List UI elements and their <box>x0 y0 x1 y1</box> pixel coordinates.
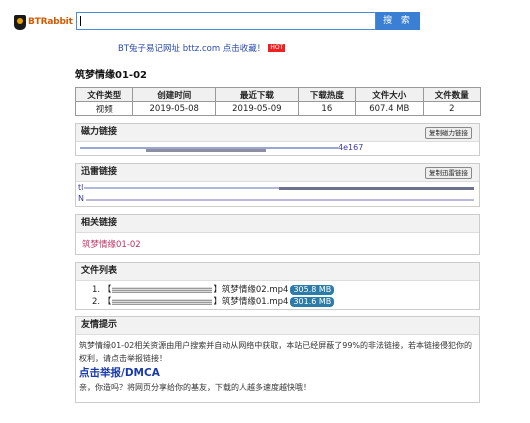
file-index: 1. <box>92 285 101 295</box>
file-size-badge: 305.8 MB <box>290 285 335 295</box>
file-size-badge: 301.6 MB <box>290 297 335 307</box>
related-list: 筑梦情缘01-02 <box>76 233 479 255</box>
tips-paragraph: 筑梦情缘01-02相关资源由用户搜索并自动从网络中获取，本站已经屏蔽了99%的非… <box>79 341 473 363</box>
magnet-link-text[interactable]: 4e167 <box>338 143 363 152</box>
related-panel: 相关链接 筑梦情缘01-02 <box>75 214 480 255</box>
thunder-link-mask1 <box>279 187 474 190</box>
copy-magnet-button[interactable]: 复制磁力链接 <box>425 127 472 139</box>
value-created: 2019-05-08 <box>132 101 217 116</box>
value-file-size: 607.4 MB <box>355 101 424 116</box>
page-title: 筑梦情缘01-02 <box>75 70 147 81</box>
file-bracket-open: 【 <box>102 285 112 295</box>
list-item: 1. 【 】筑梦情缘02.mp4 305.8 MB <box>92 284 335 296</box>
header-file-size: 文件大小 <box>355 87 424 102</box>
hot-badge: HOT <box>268 44 286 52</box>
thunder-link-line1: tl <box>78 183 84 192</box>
bookmark-notice-text[interactable]: BT兔子易记网址 bttz.com 点击收藏！ <box>118 42 265 54</box>
table-header-row: 文件类型 创建时间 最近下载 下载热度 文件大小 文件数量 <box>74 87 482 102</box>
header-file-count: 文件数量 <box>422 87 482 102</box>
magnet-panel: 磁力链接 复制磁力链接 4e167 <box>75 123 480 156</box>
logo-text: BTRabbit <box>28 17 73 27</box>
search-button[interactable]: 搜 索 <box>376 12 420 30</box>
file-name: 】筑梦情缘01.mp4 <box>213 297 289 307</box>
text-cursor <box>80 16 81 26</box>
copy-thunder-button[interactable]: 复制迅雷链接 <box>425 167 472 179</box>
related-link[interactable]: 筑梦情缘01-02 <box>82 240 141 250</box>
file-name: 】筑梦情缘02.mp4 <box>213 285 289 295</box>
thunder-panel: 迅雷链接 复制迅雷链接 tl N <box>75 163 480 207</box>
header-last-download: 最近下载 <box>215 87 299 102</box>
bookmark-notice[interactable]: BT兔子易记网址 bttz.com 点击收藏！ HOT <box>118 42 286 54</box>
header-file-type: 文件类型 <box>74 87 134 102</box>
header-created: 创建时间 <box>132 87 217 102</box>
list-item: 2. 【 】筑梦情缘01.mp4 301.6 MB <box>92 296 335 308</box>
value-file-count: 2 <box>422 101 482 116</box>
magnet-heading-text: 磁力链接 <box>81 127 118 137</box>
file-list: 1. 【】筑梦情缘02.mp4 305.8 MB 2. 【】筑梦情缘01.mp4 3… <box>92 284 335 308</box>
file-bracket-open: 【 <box>102 297 112 307</box>
redacted-path <box>112 299 213 305</box>
magnet-heading: 磁力链接 复制磁力链接 <box>76 124 479 142</box>
header-popularity: 下载热度 <box>297 87 357 102</box>
tips-heading: 友情提示 <box>76 317 479 335</box>
value-file-type: 视频 <box>74 101 134 116</box>
share-text: 亲，你造吗？将网页分享给你的基友，下载的人越多速度越快哦！ <box>79 383 311 392</box>
thunder-heading: 迅雷链接 复制迅雷链接 <box>76 164 479 182</box>
tips-body: 筑梦情缘01-02相关资源由用户搜索并自动从网络中获取，本站已经屏蔽了99%的非… <box>76 335 479 394</box>
thunder-link-redacted-line2 <box>86 199 474 201</box>
file-index: 2. <box>92 297 101 307</box>
site-logo[interactable]: BTRabbit <box>14 12 76 32</box>
file-list-panel: 文件列表 1. 【】筑梦情缘02.mp4 305.8 MB 2. 【】筑梦情缘01… <box>75 262 480 310</box>
related-heading: 相关链接 <box>76 215 479 233</box>
value-last-download: 2019-05-09 <box>215 101 299 116</box>
file-info-table: 文件类型 创建时间 最近下载 下载热度 文件大小 文件数量 视频 2019-05… <box>74 87 482 116</box>
tips-panel: 友情提示 筑梦情缘01-02相关资源由用户搜索并自动从网络中获取，本站已经屏蔽了… <box>75 316 480 403</box>
thunder-link-redacted-line1 <box>84 187 279 189</box>
report-link[interactable]: 点击举报/DMCA <box>79 365 476 381</box>
file-list-heading: 文件列表 <box>76 263 479 281</box>
table-row: 视频 2019-05-08 2019-05-09 16 607.4 MB 2 <box>74 101 482 116</box>
thunder-heading-text: 迅雷链接 <box>81 167 118 177</box>
search-input[interactable] <box>76 12 376 30</box>
rabbit-icon <box>14 14 26 30</box>
redacted-path <box>112 287 213 293</box>
magnet-link-mask <box>146 149 266 152</box>
thunder-link-line2: N <box>78 194 84 203</box>
value-popularity: 16 <box>297 101 357 116</box>
